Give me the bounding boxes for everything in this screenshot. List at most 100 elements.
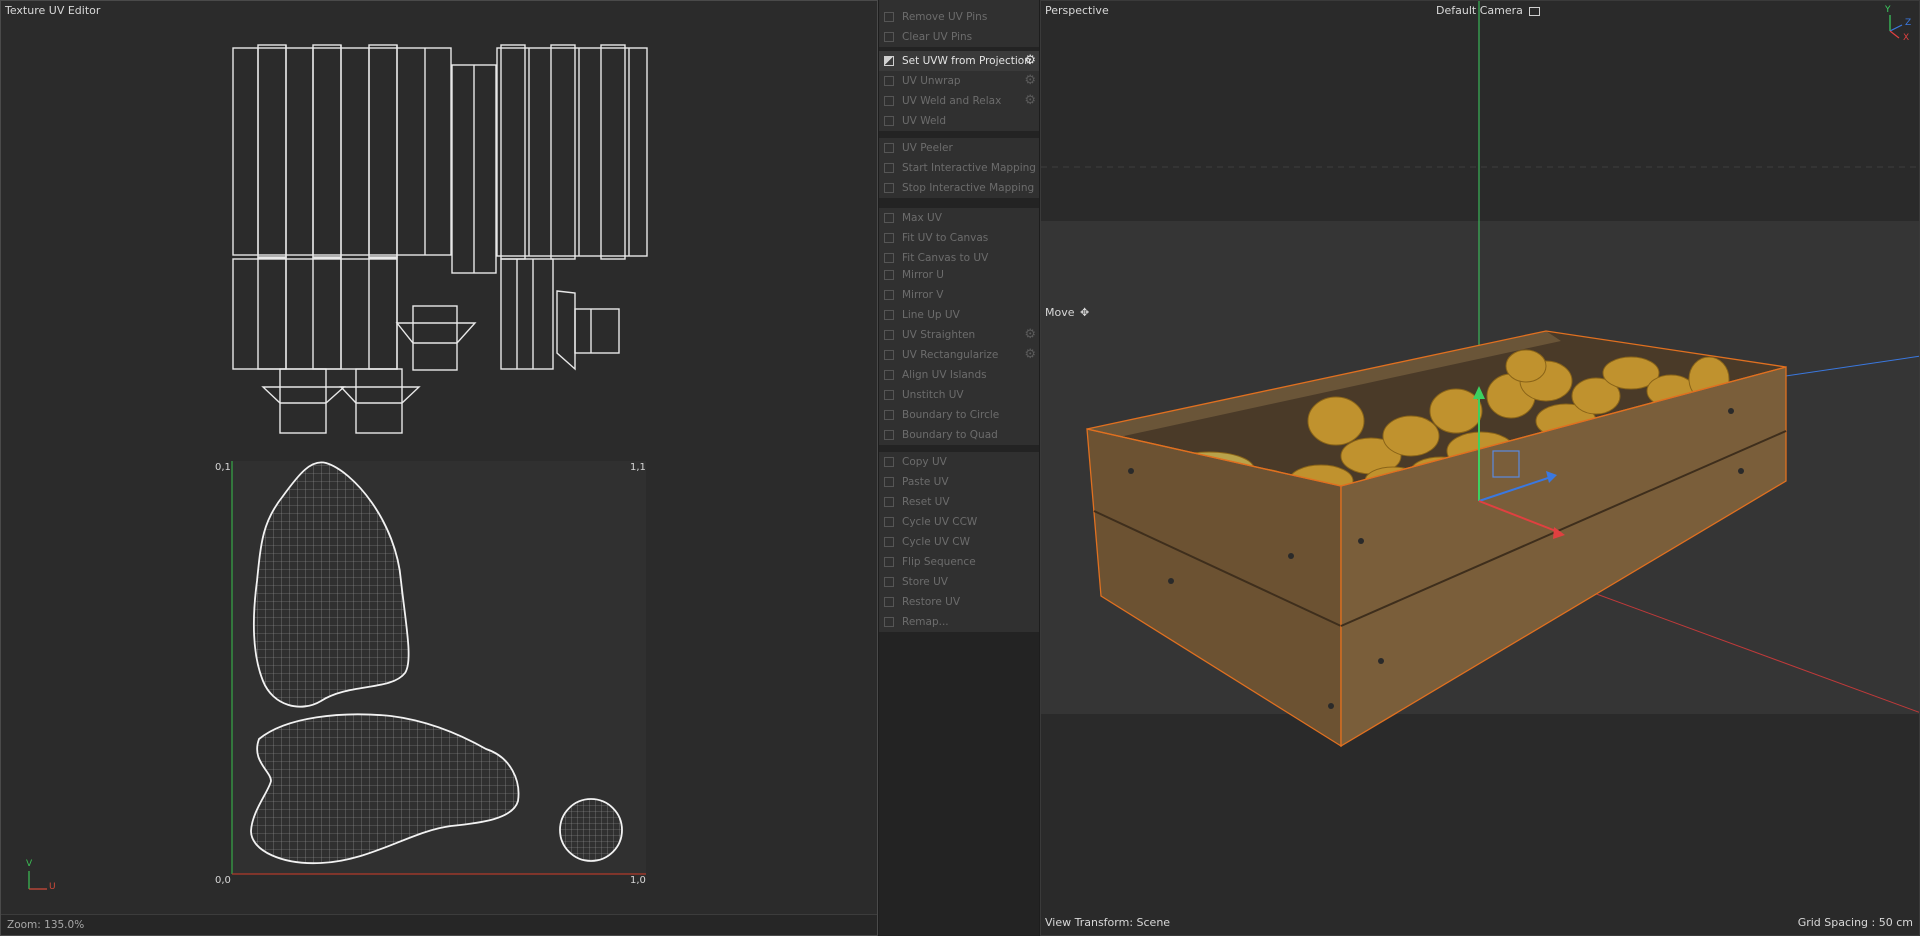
triad-z-label: Z: [1905, 18, 1912, 28]
quad-icon: [884, 430, 894, 440]
command-label: UV Peeler: [902, 142, 953, 154]
uv-axis-v-label: V: [26, 859, 33, 869]
remap-icon: [884, 617, 894, 627]
command-label: UV Weld: [902, 115, 947, 127]
command-label: Unstitch UV: [902, 389, 964, 401]
command-label: Clear UV Pins: [902, 31, 973, 43]
command-label: Flip Sequence: [902, 556, 976, 568]
command-label: Line Up UV: [902, 309, 960, 321]
uv-corner-label-top-left: 0,1: [215, 462, 231, 473]
view-axis-triad-icon: [1889, 15, 1903, 39]
uv-corner-label-top-right: 1,1: [630, 462, 646, 473]
command-label: Align UV Islands: [902, 369, 987, 381]
reset-icon: [884, 497, 894, 507]
store-icon: [884, 577, 894, 587]
command-item[interactable]: Mirror V: [879, 285, 1039, 305]
line-up-icon: [884, 310, 894, 320]
command-label: Start Interactive Mapping: [902, 162, 1036, 174]
gear-icon[interactable]: ⚙: [1024, 74, 1036, 87]
command-label: Stop Interactive Mapping: [902, 182, 1035, 194]
perspective-viewport[interactable]: Perspective Default Camera Move ✥ Y Z X …: [1040, 0, 1920, 936]
uv-canvas[interactable]: [1, 1, 878, 917]
command-group: Copy UV Paste UV Reset UV Cycle UV CCW Cycle…: [879, 452, 1039, 632]
play-icon: [884, 163, 894, 173]
command-item[interactable]: Boundary to Circle: [879, 405, 1039, 425]
gear-icon[interactable]: ⚙: [1024, 348, 1036, 361]
command-item[interactable]: Remove UV Pins: [879, 7, 1039, 27]
command-item[interactable]: UV Weld: [879, 111, 1039, 131]
command-item[interactable]: Reset UV: [879, 492, 1039, 512]
align-icon: [884, 370, 894, 380]
command-label: Boundary to Quad: [902, 429, 998, 441]
cycle-cw-icon: [884, 537, 894, 547]
command-item[interactable]: Unstitch UV: [879, 385, 1039, 405]
projection-icon: [884, 56, 894, 66]
cycle-ccw-icon: [884, 517, 894, 527]
camera-selector[interactable]: Default Camera: [1436, 4, 1541, 17]
mirror-u-icon: [884, 270, 894, 280]
viewport-scene[interactable]: [1041, 1, 1920, 936]
gear-icon[interactable]: ⚙: [1024, 54, 1036, 67]
command-label: Max UV: [902, 212, 942, 224]
command-label: Fit UV to Canvas: [902, 232, 989, 244]
mirror-v-icon: [884, 290, 894, 300]
wooden-crate: [1086, 330, 1787, 748]
uv-axis-gizmo-icon: [28, 871, 47, 890]
command-item[interactable]: Store UV: [879, 572, 1039, 592]
gear-icon[interactable]: ⚙: [1024, 94, 1036, 107]
command-item[interactable]: Paste UV: [879, 472, 1039, 492]
command-label: Copy UV: [902, 456, 947, 468]
uv-corner-label-bottom-left: 0,0: [215, 875, 231, 886]
command-group: Remove UV Pins Clear UV Pins: [879, 0, 1039, 47]
command-item[interactable]: Restore UV: [879, 592, 1039, 612]
uv-status-bar: Zoom: 135.0%: [1, 914, 877, 935]
command-label: Reset UV: [902, 496, 950, 508]
command-item[interactable]: Fit UV to Canvas: [879, 228, 1039, 248]
command-item[interactable]: Cycle UV CCW: [879, 512, 1039, 532]
command-item[interactable]: Max UV: [879, 208, 1039, 228]
command-label: Cycle UV CCW: [902, 516, 978, 528]
command-label: Paste UV: [902, 476, 949, 488]
unstitch-icon: [884, 390, 894, 400]
view-name[interactable]: Perspective: [1045, 4, 1109, 17]
command-item[interactable]: Mirror U: [879, 265, 1039, 285]
command-item[interactable]: Align UV Islands: [879, 365, 1039, 385]
command-label: Remap...: [902, 616, 949, 628]
command-item[interactable]: UV Peeler: [879, 138, 1039, 158]
stop-icon: [884, 183, 894, 193]
command-item[interactable]: Line Up UV: [879, 305, 1039, 325]
circle-icon: [884, 410, 894, 420]
command-item[interactable]: UV Unwrap ⚙: [879, 71, 1039, 91]
pin-clear-icon: [884, 32, 894, 42]
paste-icon: [884, 477, 894, 487]
command-label: Mirror U: [902, 269, 944, 281]
uv-editor-panel[interactable]: Texture UV Editor 0,1 1,1 0,0 1,0 V U Zo…: [0, 0, 878, 936]
command-item[interactable]: Boundary to Quad: [879, 425, 1039, 445]
copy-icon: [884, 457, 894, 467]
weld-icon: [884, 116, 894, 126]
straighten-icon: [884, 330, 894, 340]
command-item[interactable]: UV Rectangularize ⚙: [879, 345, 1039, 365]
gear-icon[interactable]: ⚙: [1024, 328, 1036, 341]
active-tool[interactable]: Move ✥: [1045, 306, 1089, 319]
fit-uv-icon: [884, 233, 894, 243]
world-x-axis: [1560, 580, 1919, 713]
command-item[interactable]: Stop Interactive Mapping: [879, 178, 1039, 198]
view-transform-label: View Transform: Scene: [1045, 916, 1171, 929]
command-group: Max UV Fit UV to Canvas Fit Canvas to UV: [879, 208, 1039, 268]
crate-uv-islands: [232, 44, 648, 434]
command-item[interactable]: Clear UV Pins: [879, 27, 1039, 47]
fit-canvas-icon: [884, 253, 894, 263]
command-item[interactable]: Copy UV: [879, 452, 1039, 472]
command-item[interactable]: Remap...: [879, 612, 1039, 632]
command-item[interactable]: UV Weld and Relax ⚙: [879, 91, 1039, 111]
flip-icon: [884, 557, 894, 567]
command-group: Mirror U Mirror V Line Up UV UV Straighten ⚙…: [879, 265, 1039, 445]
command-item[interactable]: Cycle UV CW: [879, 532, 1039, 552]
camera-label: Default Camera: [1436, 4, 1523, 17]
command-item[interactable]: Set UVW from Projection ⚙: [879, 51, 1039, 71]
restore-icon: [884, 597, 894, 607]
command-item[interactable]: UV Straighten ⚙: [879, 325, 1039, 345]
command-item[interactable]: Flip Sequence: [879, 552, 1039, 572]
command-item[interactable]: Start Interactive Mapping: [879, 158, 1039, 178]
